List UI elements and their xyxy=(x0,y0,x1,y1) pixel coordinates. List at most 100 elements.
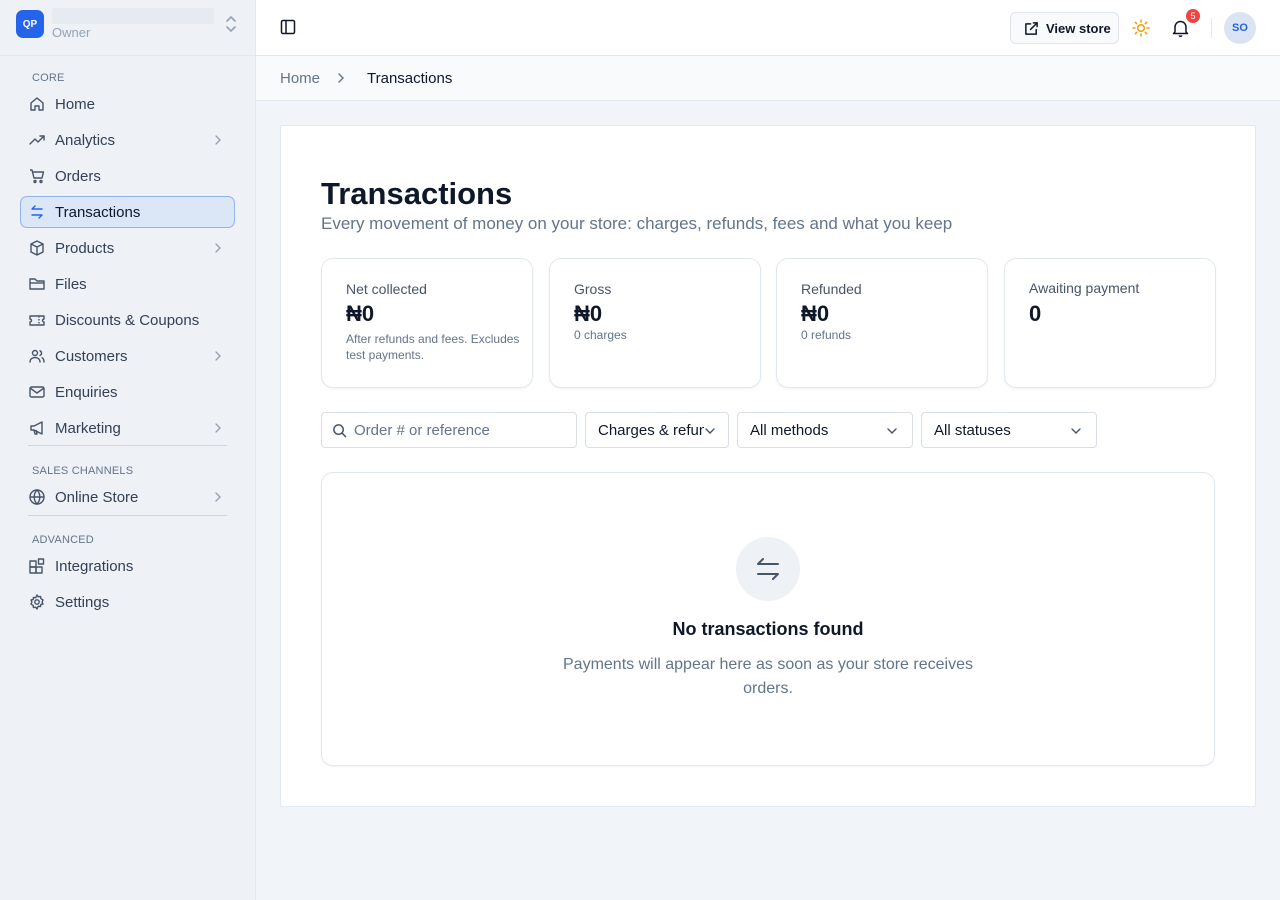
chevron-right-icon xyxy=(215,243,221,253)
box-icon xyxy=(30,240,44,256)
blocks-icon xyxy=(29,558,45,574)
users-icon xyxy=(29,349,45,363)
view-store-button[interactable]: View store xyxy=(1010,12,1119,44)
sidebar-item-settings[interactable]: Settings xyxy=(20,586,235,618)
sidebar-item-label: Transactions xyxy=(55,204,141,221)
folder-icon xyxy=(29,278,45,290)
store-name-placeholder xyxy=(52,8,214,24)
sidebar-item-customers[interactable]: Customers xyxy=(20,340,235,372)
external-link-icon xyxy=(1025,22,1038,35)
stat-card-refunded: Refunded ₦0 0 refunds xyxy=(776,258,988,388)
stat-value: ₦0 xyxy=(574,301,603,326)
sidebar-item-integrations[interactable]: Integrations xyxy=(20,550,235,582)
sidebar-item-label: Integrations xyxy=(55,558,134,575)
breadcrumb: Home Transactions xyxy=(256,56,1280,101)
trending-icon xyxy=(29,135,45,145)
sidebar-item-label: Enquiries xyxy=(55,384,118,401)
sidebar-item-enquiries[interactable]: Enquiries xyxy=(20,376,235,408)
chevron-right-icon xyxy=(215,492,221,502)
sidebar-item-label: Files xyxy=(55,276,87,293)
view-store-label: View store xyxy=(1046,21,1111,36)
sidebar-item-online-store[interactable]: Online Store xyxy=(20,481,235,513)
status-filter-select[interactable]: All statuses xyxy=(921,412,1097,448)
arrows-swap-icon xyxy=(31,205,43,219)
home-icon xyxy=(30,97,44,111)
arrows-swap-icon xyxy=(757,558,779,580)
chevron-down-icon xyxy=(887,428,897,434)
select-value: All statuses xyxy=(934,422,1011,439)
sidebar-item-transactions[interactable]: Transactions xyxy=(20,196,235,228)
search-field xyxy=(321,412,577,448)
sidebar-item-label: Settings xyxy=(55,594,110,611)
page-title: Transactions xyxy=(321,176,513,211)
sidebar: QP Owner CORE Home Analytics Orders Tran… xyxy=(0,0,256,900)
sidebar-item-orders[interactable]: Orders xyxy=(20,160,235,192)
sidebar-divider xyxy=(28,515,227,516)
method-filter-select[interactable]: All methods xyxy=(737,412,913,448)
search-input[interactable] xyxy=(354,420,564,440)
sidebar-item-products[interactable]: Products xyxy=(20,232,235,264)
sidebar-item-discounts-coupons[interactable]: Discounts & Coupons xyxy=(20,304,235,336)
sidebar-item-home[interactable]: Home xyxy=(20,88,235,120)
empty-state-title: No transactions found xyxy=(672,619,864,639)
sidebar-item-label: Discounts & Coupons xyxy=(55,312,200,329)
page-subtitle: Every movement of money on your store: c… xyxy=(321,214,953,233)
sidebar-item-label: Orders xyxy=(55,168,101,185)
sidebar-item-label: Home xyxy=(55,96,96,113)
section-label-sales-channels: SALES CHANNELS xyxy=(32,465,134,477)
topbar: View store 5 SO xyxy=(256,0,1280,56)
chevron-right-icon xyxy=(338,73,344,83)
stat-value: ₦0 xyxy=(346,301,375,326)
store-logo: QP xyxy=(16,10,44,38)
stat-note: 0 charges xyxy=(574,328,627,342)
chevron-right-icon xyxy=(215,423,221,433)
stat-label: Gross xyxy=(574,281,612,297)
breadcrumb-current: Transactions xyxy=(367,70,453,87)
chevron-right-icon xyxy=(215,351,221,361)
transactions-panel: Transactions Every movement of money on … xyxy=(280,125,1256,807)
empty-state-text: Payments will appear here as soon as you… xyxy=(563,656,973,697)
stat-note: After refunds and fees. Excludes test pa… xyxy=(346,332,520,362)
type-filter-select[interactable]: Charges & refunds xyxy=(585,412,729,448)
ticket-icon xyxy=(29,315,45,326)
stat-label: Net collected xyxy=(346,281,427,297)
sidebar-divider xyxy=(28,445,227,446)
store-switcher[interactable]: QP Owner xyxy=(0,0,256,56)
chevrons-up-down-icon xyxy=(226,16,236,32)
stat-value: ₦0 xyxy=(801,301,830,326)
topbar-divider xyxy=(1211,18,1212,38)
sun-icon[interactable] xyxy=(1132,19,1150,37)
chevron-down-icon xyxy=(705,428,715,434)
sidebar-item-label: Analytics xyxy=(55,132,116,149)
mail-icon xyxy=(29,386,45,398)
section-label-advanced: ADVANCED xyxy=(32,534,94,546)
sidebar-item-label: Customers xyxy=(55,348,128,365)
bell-icon[interactable] xyxy=(1172,19,1189,37)
gear-icon xyxy=(30,594,44,610)
sidebar-item-label: Marketing xyxy=(55,420,121,437)
store-role: Owner xyxy=(52,25,91,40)
chevron-right-icon xyxy=(215,135,221,145)
chevron-down-icon xyxy=(1071,428,1081,434)
section-label-core: CORE xyxy=(32,72,65,84)
empty-state: No transactions found Payments will appe… xyxy=(321,472,1215,766)
stat-label: Awaiting payment xyxy=(1029,280,1140,296)
select-value: Charges & refunds xyxy=(598,422,704,439)
breadcrumb-home[interactable]: Home xyxy=(280,70,320,87)
megaphone-icon xyxy=(30,421,43,435)
empty-state-icon-wrap xyxy=(736,537,800,601)
sidebar-item-analytics[interactable]: Analytics xyxy=(20,124,235,156)
globe-icon xyxy=(29,489,45,505)
avatar[interactable]: SO xyxy=(1224,12,1256,44)
sidebar-item-files[interactable]: Files xyxy=(20,268,235,300)
sidebar-toggle-icon[interactable] xyxy=(280,19,296,35)
sidebar-item-label: Online Store xyxy=(55,489,139,506)
stat-value: 0 xyxy=(1029,301,1042,326)
stat-card-gross: Gross ₦0 0 charges xyxy=(549,258,761,388)
stat-label: Refunded xyxy=(801,281,862,297)
sidebar-item-marketing[interactable]: Marketing xyxy=(20,412,235,444)
stat-card-net-collected: Net collected ₦0 After refunds and fees.… xyxy=(321,258,533,388)
notification-badge: 5 xyxy=(1186,9,1200,23)
cart-icon xyxy=(30,169,45,184)
select-value: All methods xyxy=(750,422,829,439)
